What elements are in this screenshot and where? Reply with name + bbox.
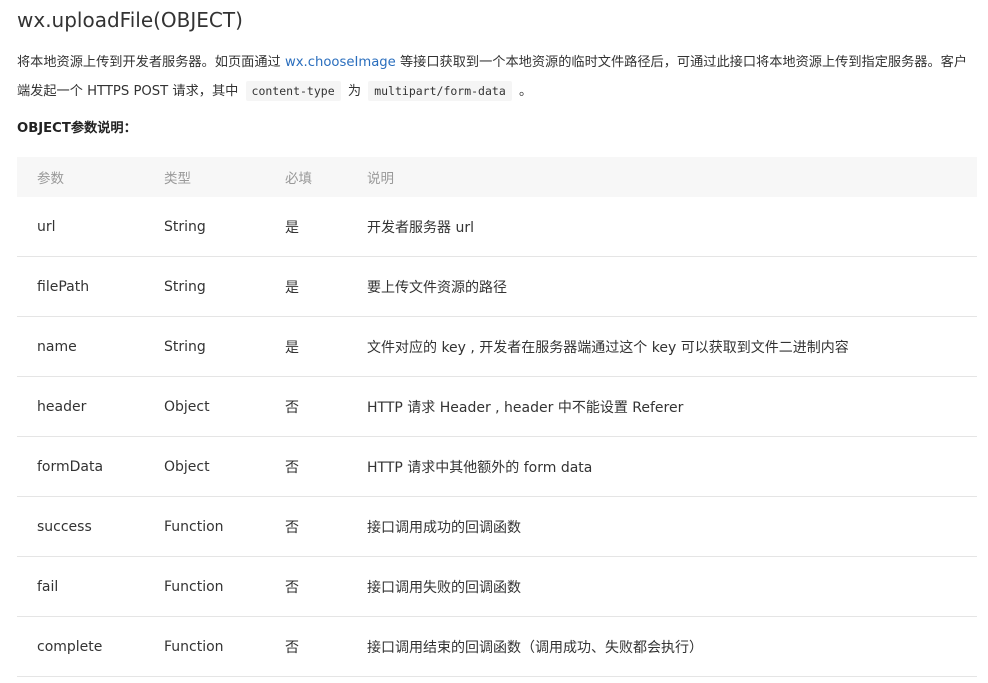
object-params-heading: OBJECT参数说明： [17,121,137,136]
choose-image-link[interactable]: wx.chooseImage [285,55,396,70]
cell-param: url [17,197,164,257]
table-row: header Object 否 HTTP 请求 Header , header … [17,376,977,437]
cell-type: String [164,316,285,377]
cell-required: 否 [285,436,367,497]
cell-type: Function [164,556,285,617]
cell-type: Function [164,496,285,557]
table-row: success Function 否 接口调用成功的回调函数 [17,496,977,557]
cell-type: String [164,197,285,257]
doc-page: wx.uploadFile(OBJECT) 将本地资源上传到开发者服务器。如页面… [0,0,988,683]
cell-type: Function [164,616,285,677]
description-text-4: 。 [514,84,533,99]
cell-description: HTTP 请求 Header , header 中不能设置 Referer [367,376,977,437]
table-row: complete Function 否 接口调用结束的回调函数（调用成功、失败都… [17,616,977,677]
cell-required: 否 [285,376,367,437]
cell-param: header [17,376,164,437]
api-description: 将本地资源上传到开发者服务器。如页面通过 wx.chooseImage 等接口获… [17,49,979,106]
params-table-head: 参数 类型 必填 说明 [17,157,977,197]
cell-description: 要上传文件资源的路径 [367,256,977,317]
cell-description: 开发者服务器 url [367,197,977,257]
cell-param: fail [17,556,164,617]
header-required: 必填 [285,171,312,187]
params-table-body: url String 是 开发者服务器 url filePath String … [17,197,977,677]
params-table: 参数 类型 必填 说明 url String 是 开发者服务器 url file… [17,157,977,677]
cell-required: 否 [285,556,367,617]
header-type: 类型 [164,171,191,187]
cell-type: Object [164,436,285,497]
content-type-code: content-type [245,81,341,101]
cell-param: filePath [17,256,164,317]
table-row: filePath String 是 要上传文件资源的路径 [17,256,977,317]
cell-required: 是 [285,256,367,317]
description-text-3: 为 [343,84,366,99]
cell-required: 否 [285,616,367,677]
cell-required: 是 [285,197,367,257]
cell-description: 接口调用失败的回调函数 [367,556,977,617]
cell-param: complete [17,616,164,677]
cell-description: HTTP 请求中其他额外的 form data [367,436,977,497]
table-header-row: 参数 类型 必填 说明 [17,157,977,197]
header-description: 说明 [367,171,394,187]
table-row: url String 是 开发者服务器 url [17,197,977,257]
cell-type: String [164,256,285,317]
cell-description: 接口调用成功的回调函数 [367,496,977,557]
cell-description: 文件对应的 key , 开发者在服务器端通过这个 key 可以获取到文件二进制内… [367,316,977,377]
cell-type: Object [164,376,285,437]
cell-required: 是 [285,316,367,377]
table-row: fail Function 否 接口调用失败的回调函数 [17,556,977,617]
cell-param: name [17,316,164,377]
page-title: wx.uploadFile(OBJECT) [17,8,243,32]
cell-param: formData [17,436,164,497]
table-row: formData Object 否 HTTP 请求中其他额外的 form dat… [17,436,977,497]
description-text-1: 将本地资源上传到开发者服务器。如页面通过 [17,55,285,70]
cell-param: success [17,496,164,557]
header-param: 参数 [37,171,64,187]
table-row: name String 是 文件对应的 key , 开发者在服务器端通过这个 k… [17,316,977,377]
multipart-form-data-code: multipart/form-data [368,81,512,101]
cell-description: 接口调用结束的回调函数（调用成功、失败都会执行） [367,616,977,677]
cell-required: 否 [285,496,367,557]
